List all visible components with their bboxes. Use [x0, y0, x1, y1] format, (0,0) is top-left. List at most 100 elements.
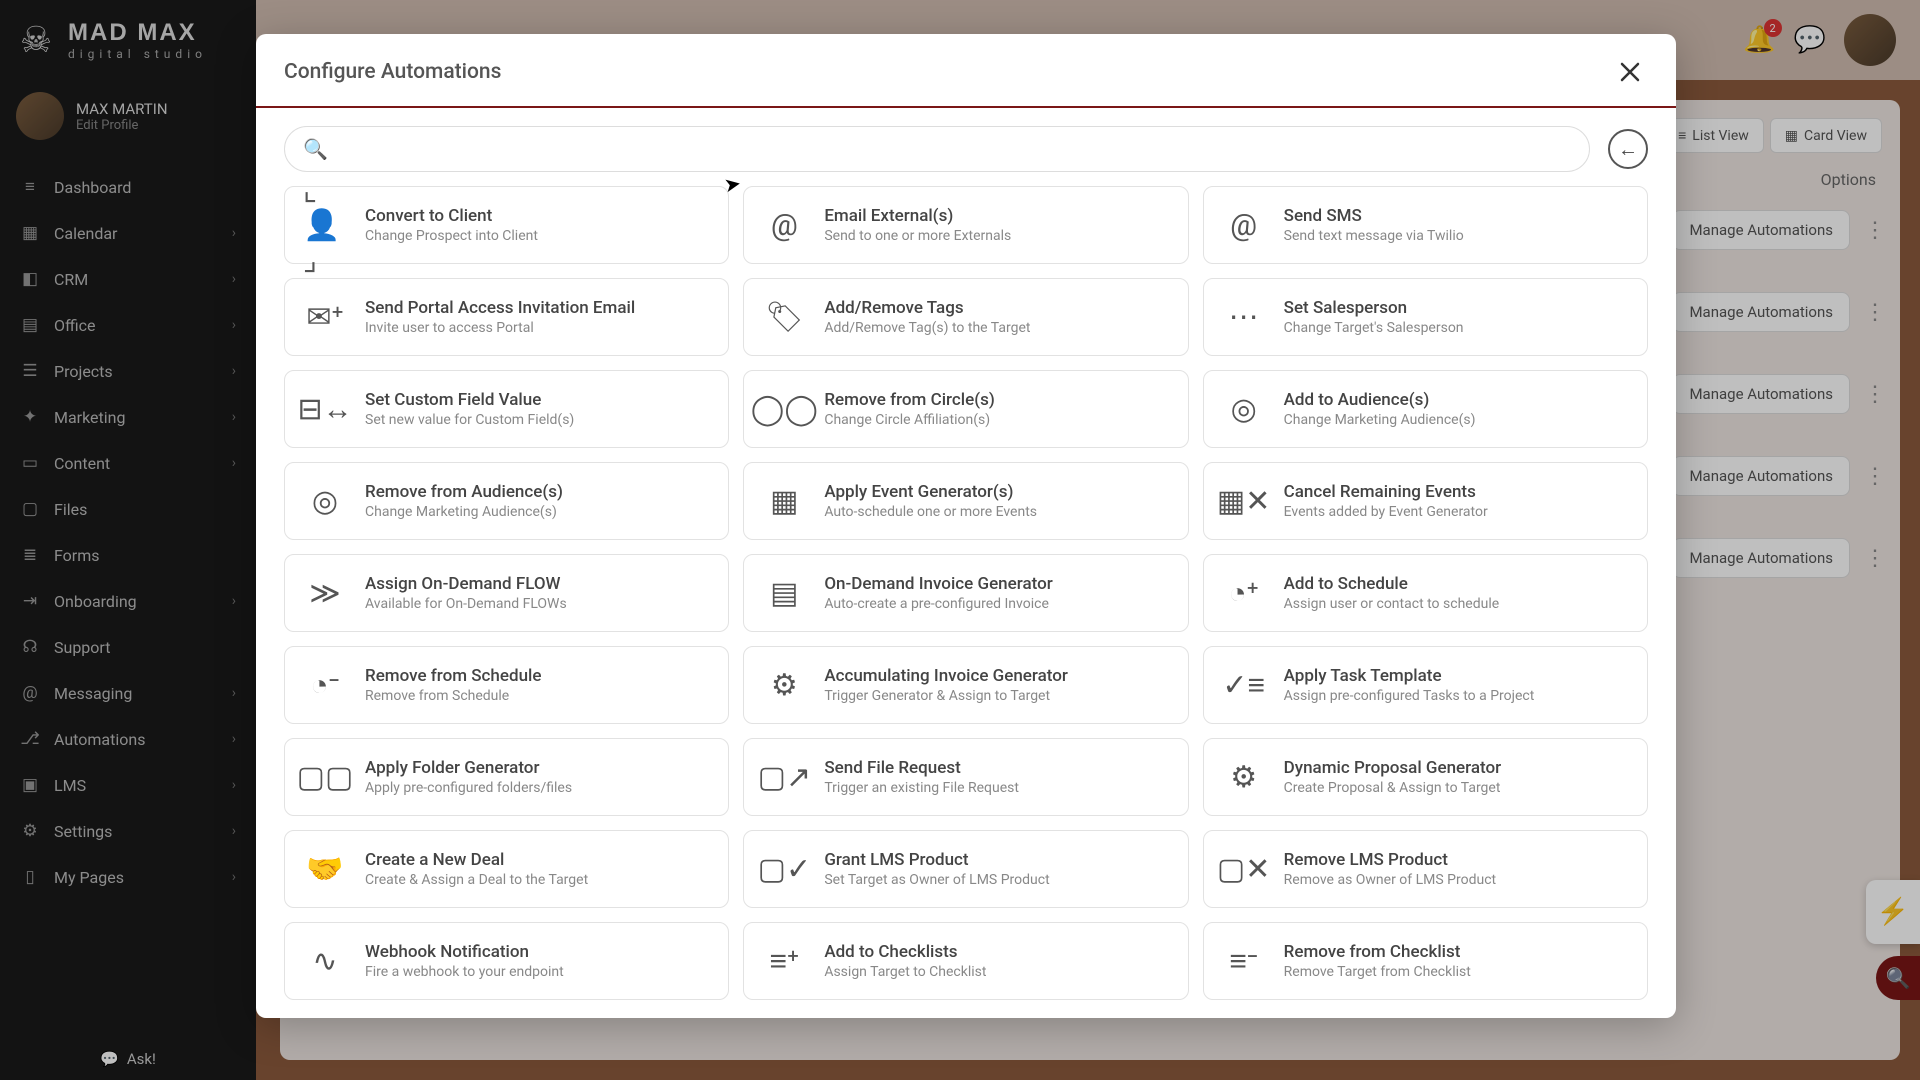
card-subtitle: Invite user to access Portal [365, 320, 635, 336]
card-title: Dynamic Proposal Generator [1284, 758, 1502, 778]
automation-card-cancel-remaining-events[interactable]: ▦✕ Cancel Remaining Events Events added … [1203, 462, 1648, 540]
automation-card-send-portal-access-invitation-email[interactable]: ✉⁺ Send Portal Access Invitation Email I… [284, 278, 729, 356]
automation-card-remove-from-schedule[interactable]: ◔⁻ Remove from Schedule Remove from Sche… [284, 646, 729, 724]
card-title: Set Salesperson [1284, 298, 1464, 318]
card-subtitle: Change Marketing Audience(s) [1284, 412, 1476, 428]
card-title: Cancel Remaining Events [1284, 482, 1488, 502]
close-button[interactable] [1612, 54, 1648, 90]
card-subtitle: Available for On-Demand FLOWs [365, 596, 567, 612]
card-subtitle: Create & Assign a Deal to the Target [365, 872, 588, 888]
card-icon: ◔⁺ [1222, 571, 1266, 615]
automation-card-add-to-schedule[interactable]: ◔⁺ Add to Schedule Assign user or contac… [1203, 554, 1648, 632]
card-icon: ▢✓ [762, 847, 806, 891]
card-title: Convert to Client [365, 206, 538, 226]
card-icon: ▦✕ [1222, 479, 1266, 523]
card-title: Remove LMS Product [1284, 850, 1496, 870]
card-icon: 🤝 [303, 847, 347, 891]
card-icon: ∿ [303, 939, 347, 983]
card-subtitle: Create Proposal & Assign to Target [1284, 780, 1502, 796]
automation-card-add-to-checklists[interactable]: ≡⁺ Add to Checklists Assign Target to Ch… [743, 922, 1188, 1000]
automation-card-accumulating-invoice-generator[interactable]: ⚙ Accumulating Invoice Generator Trigger… [743, 646, 1188, 724]
automation-card-assign-on-demand-flow[interactable]: ≫ Assign On-Demand FLOW Available for On… [284, 554, 729, 632]
card-icon: ⋯ [1222, 295, 1266, 339]
automation-card-add-remove-tags[interactable]: 🏷 Add/Remove Tags Add/Remove Tag(s) to t… [743, 278, 1188, 356]
automation-card-remove-from-audience-s[interactable]: ◎ Remove from Audience(s) Change Marketi… [284, 462, 729, 540]
automation-card-email-external-s[interactable]: @ Email External(s) Send to one or more … [743, 186, 1188, 264]
card-icon: ▦ [762, 479, 806, 523]
automation-card-remove-from-checklist[interactable]: ≡⁻ Remove from Checklist Remove Target f… [1203, 922, 1648, 1000]
card-icon: ✉⁺ [303, 295, 347, 339]
card-subtitle: Trigger an existing File Request [824, 780, 1019, 796]
search-icon: 🔍 [303, 137, 328, 161]
card-icon: ✓≡ [1222, 663, 1266, 707]
automation-card-apply-task-template[interactable]: ✓≡ Apply Task Template Assign pre-config… [1203, 646, 1648, 724]
card-title: Send File Request [824, 758, 1019, 778]
card-icon: ≡⁺ [762, 939, 806, 983]
card-icon: ⚙ [762, 663, 806, 707]
card-icon: ▢↗ [762, 755, 806, 799]
card-subtitle: Set new value for Custom Field(s) [365, 412, 574, 428]
card-title: Apply Task Template [1284, 666, 1535, 686]
automation-card-remove-lms-product[interactable]: ▢✕ Remove LMS Product Remove as Owner of… [1203, 830, 1648, 908]
search-box[interactable]: 🔍 [284, 126, 1590, 172]
automation-card-on-demand-invoice-generator[interactable]: ▤ On-Demand Invoice Generator Auto-creat… [743, 554, 1188, 632]
automation-card-set-salesperson[interactable]: ⋯ Set Salesperson Change Target's Salesp… [1203, 278, 1648, 356]
card-title: Add to Audience(s) [1284, 390, 1476, 410]
card-subtitle: Set Target as Owner of LMS Product [824, 872, 1049, 888]
card-title: Grant LMS Product [824, 850, 1049, 870]
automation-card-apply-folder-generator[interactable]: ▢▢ Apply Folder Generator Apply pre-conf… [284, 738, 729, 816]
card-icon: 🏷 [762, 295, 806, 339]
card-subtitle: Remove Target from Checklist [1284, 964, 1471, 980]
card-title: Email External(s) [824, 206, 1011, 226]
automation-card-convert-to-client[interactable]: ⌞👤⌟ Convert to Client Change Prospect in… [284, 186, 729, 264]
card-icon: ◯◯ [762, 387, 806, 431]
automation-card-add-to-audience-s[interactable]: ◎ Add to Audience(s) Change Marketing Au… [1203, 370, 1648, 448]
automation-card-webhook-notification[interactable]: ∿ Webhook Notification Fire a webhook to… [284, 922, 729, 1000]
card-title: Remove from Audience(s) [365, 482, 563, 502]
automation-card-apply-event-generator-s[interactable]: ▦ Apply Event Generator(s) Auto-schedule… [743, 462, 1188, 540]
card-subtitle: Assign Target to Checklist [824, 964, 986, 980]
card-icon: ⚙ [1222, 755, 1266, 799]
card-title: Add to Schedule [1284, 574, 1500, 594]
automation-card-remove-from-circle-s[interactable]: ◯◯ Remove from Circle(s) Change Circle A… [743, 370, 1188, 448]
card-icon: ⌞👤⌟ [303, 203, 347, 247]
card-title: Add/Remove Tags [824, 298, 1030, 318]
automation-card-send-file-request[interactable]: ▢↗ Send File Request Trigger an existing… [743, 738, 1188, 816]
card-icon: ⊟↔ [303, 387, 347, 431]
card-title: Remove from Checklist [1284, 942, 1471, 962]
card-title: Assign On-Demand FLOW [365, 574, 567, 594]
card-subtitle: Change Marketing Audience(s) [365, 504, 563, 520]
card-title: Send SMS [1284, 206, 1464, 226]
card-icon: ◎ [1222, 387, 1266, 431]
card-subtitle: Change Circle Affiliation(s) [824, 412, 994, 428]
card-icon: ▤ [762, 571, 806, 615]
card-subtitle: Auto-schedule one or more Events [824, 504, 1037, 520]
card-title: Webhook Notification [365, 942, 564, 962]
card-subtitle: Change Target's Salesperson [1284, 320, 1464, 336]
card-icon: ▢▢ [303, 755, 347, 799]
card-subtitle: Events added by Event Generator [1284, 504, 1488, 520]
automation-card-create-a-new-deal[interactable]: 🤝 Create a New Deal Create & Assign a De… [284, 830, 729, 908]
card-title: Set Custom Field Value [365, 390, 574, 410]
automation-card-dynamic-proposal-generator[interactable]: ⚙ Dynamic Proposal Generator Create Prop… [1203, 738, 1648, 816]
card-subtitle: Remove from Schedule [365, 688, 541, 704]
card-subtitle: Remove as Owner of LMS Product [1284, 872, 1496, 888]
card-subtitle: Apply pre-configured folders/files [365, 780, 572, 796]
card-icon: ◔⁻ [303, 663, 347, 707]
card-title: On-Demand Invoice Generator [824, 574, 1052, 594]
automation-card-send-sms[interactable]: @ Send SMS Send text message via Twilio [1203, 186, 1648, 264]
automation-card-grant-lms-product[interactable]: ▢✓ Grant LMS Product Set Target as Owner… [743, 830, 1188, 908]
card-subtitle: Send text message via Twilio [1284, 228, 1464, 244]
card-title: Create a New Deal [365, 850, 588, 870]
automation-grid: ⌞👤⌟ Convert to Client Change Prospect in… [256, 186, 1676, 1000]
card-title: Remove from Circle(s) [824, 390, 994, 410]
card-title: Accumulating Invoice Generator [824, 666, 1068, 686]
back-button[interactable]: ← [1608, 129, 1648, 169]
arrow-left-icon: ← [1618, 137, 1638, 162]
card-subtitle: Assign user or contact to schedule [1284, 596, 1500, 612]
card-subtitle: Fire a webhook to your endpoint [365, 964, 564, 980]
card-icon: ▢✕ [1222, 847, 1266, 891]
search-input[interactable] [340, 140, 1571, 159]
automation-card-set-custom-field-value[interactable]: ⊟↔ Set Custom Field Value Set new value … [284, 370, 729, 448]
card-icon: ≡⁻ [1222, 939, 1266, 983]
